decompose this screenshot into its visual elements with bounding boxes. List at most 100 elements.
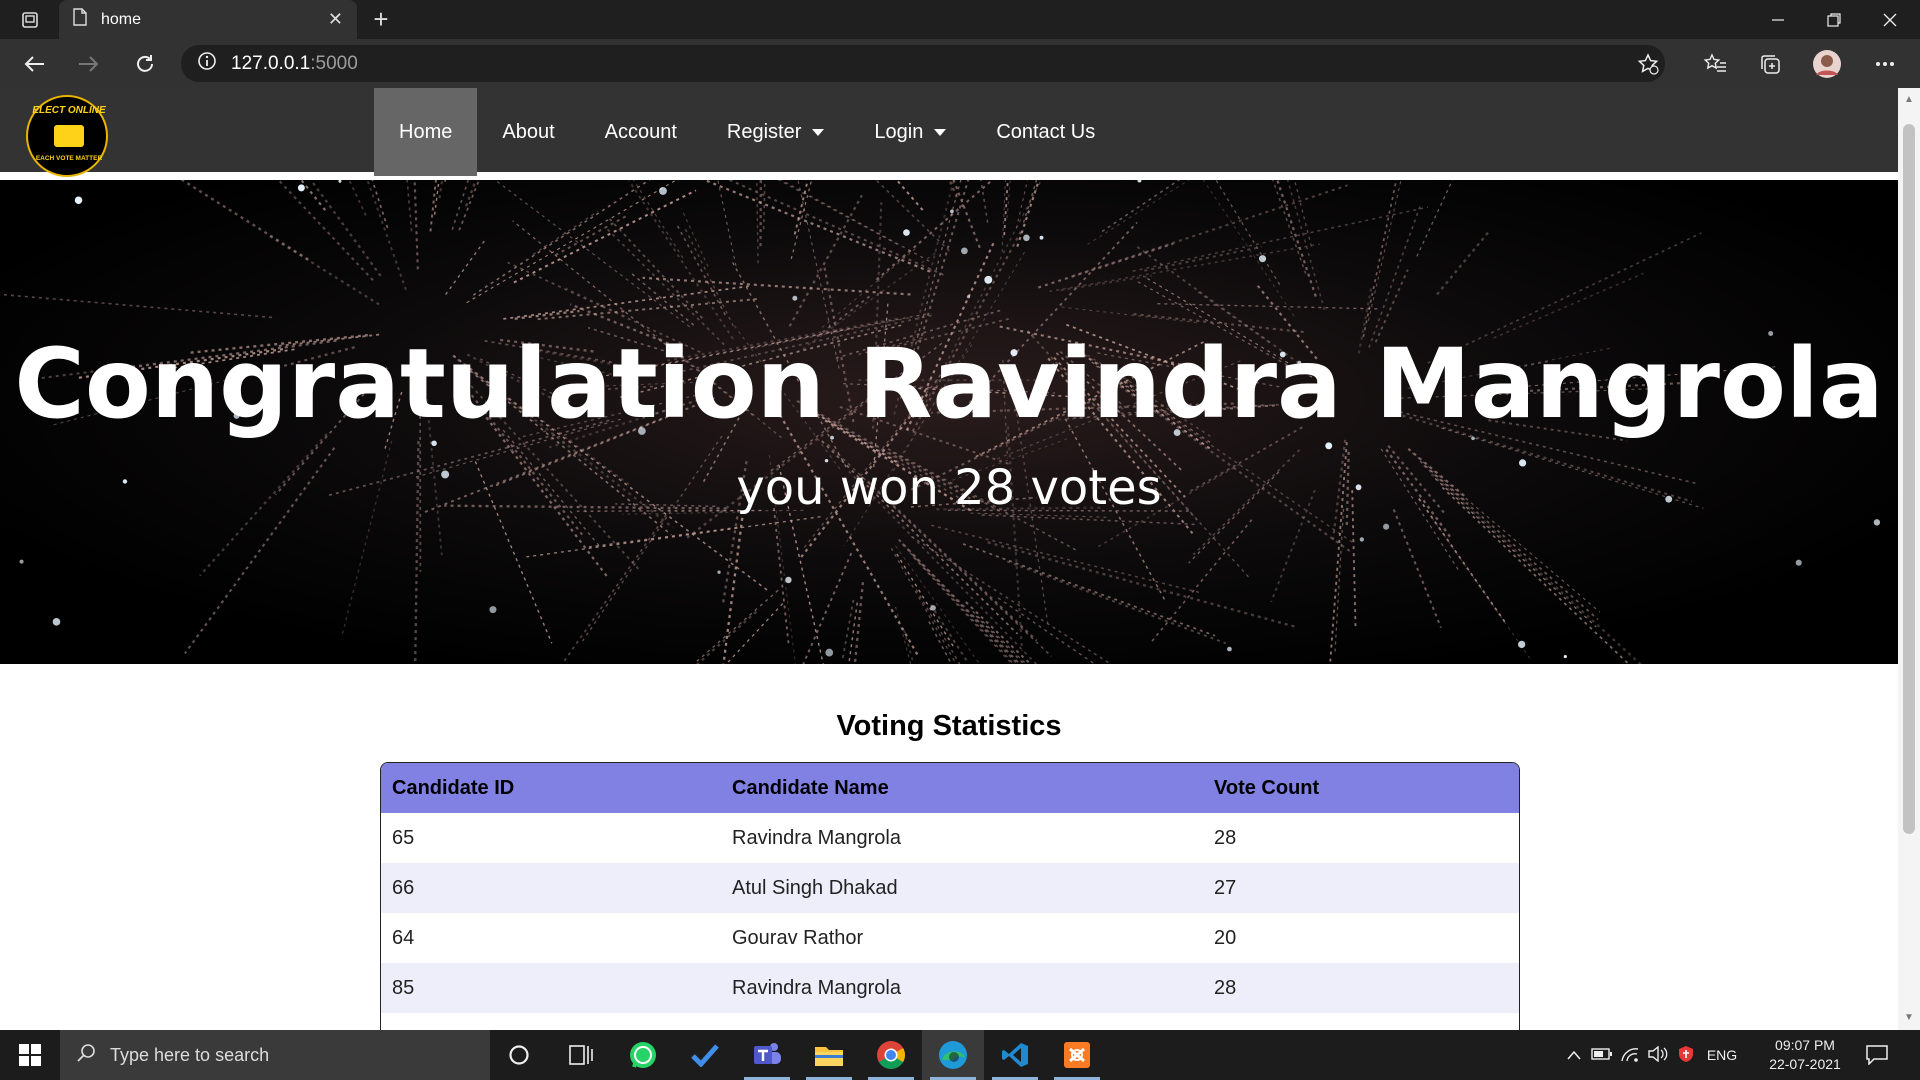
firework-streak bbox=[895, 180, 924, 211]
page-icon bbox=[73, 8, 87, 31]
scroll-thumb[interactable] bbox=[1903, 124, 1915, 834]
firework-streak bbox=[777, 180, 898, 245]
firework-streak bbox=[438, 180, 444, 199]
menu-account[interactable]: Account bbox=[580, 88, 702, 176]
todo-icon[interactable] bbox=[674, 1030, 736, 1080]
scroll-down-icon[interactable]: ▼ bbox=[1904, 1013, 1914, 1023]
firework-streak bbox=[903, 630, 915, 664]
menu-about[interactable]: About bbox=[477, 88, 579, 176]
restore-button[interactable] bbox=[1806, 0, 1862, 39]
firework-streak bbox=[930, 604, 969, 664]
menu-home[interactable]: Home bbox=[374, 88, 478, 176]
firework-spark bbox=[1873, 519, 1881, 526]
firework-streak bbox=[494, 180, 690, 328]
windows-start-icon[interactable] bbox=[0, 1030, 60, 1080]
page-scrollbar[interactable]: ▲ ▼ bbox=[1898, 88, 1920, 1030]
tab-close-icon[interactable]: ✕ bbox=[328, 9, 343, 30]
windows-taskbar: Type here to search ENG 09:07 PM 22-07-2… bbox=[0, 1030, 1920, 1080]
antivirus-icon[interactable] bbox=[1672, 1045, 1700, 1066]
firework-streak bbox=[931, 524, 1200, 594]
logo-bottom-text: EACH VOTE MATTER bbox=[35, 155, 103, 162]
notification-center-icon[interactable] bbox=[1862, 1042, 1892, 1068]
teams-icon[interactable] bbox=[736, 1030, 798, 1080]
cell-candidate-id: 64 bbox=[392, 926, 415, 949]
firework-spark bbox=[1039, 235, 1044, 240]
whatsapp-icon[interactable] bbox=[612, 1030, 674, 1080]
browser-titlebar: home ✕ + bbox=[0, 0, 1920, 39]
site-navbar: ELECT ONLINE EACH VOTE MATTER Home About… bbox=[0, 88, 1898, 177]
taskbar-search-box[interactable]: Type here to search bbox=[60, 1030, 490, 1080]
firework-streak bbox=[555, 213, 630, 256]
taskbar-clock[interactable]: 09:07 PM 22-07-2021 bbox=[1760, 1036, 1850, 1074]
tab-actions-icon[interactable] bbox=[12, 8, 48, 32]
cell-candidate-name: Gourav Rathor bbox=[732, 926, 864, 949]
task-view-icon[interactable] bbox=[550, 1030, 612, 1080]
search-placeholder: Type here to search bbox=[110, 1044, 270, 1065]
collections-icon[interactable] bbox=[1755, 49, 1785, 79]
language-indicator[interactable]: ENG bbox=[1700, 1047, 1744, 1063]
firework-streak bbox=[987, 541, 1296, 628]
volume-icon[interactable] bbox=[1644, 1045, 1672, 1065]
site-info-icon[interactable] bbox=[197, 51, 217, 76]
edge-icon[interactable] bbox=[922, 1030, 984, 1080]
menu-contact-us[interactable]: Contact Us bbox=[971, 88, 1120, 176]
firework-streak bbox=[725, 603, 784, 664]
cell-candidate-name: Ravindra Mangrola bbox=[732, 826, 901, 849]
firework-spark bbox=[717, 570, 721, 574]
forward-icon[interactable] bbox=[74, 49, 104, 79]
table-header-row: Candidate ID Candidate Name Vote Count bbox=[381, 763, 1519, 813]
chevron-up-icon[interactable] bbox=[1560, 1047, 1588, 1063]
back-icon[interactable] bbox=[19, 49, 49, 79]
cell-candidate-name: Ravindra Mangrola bbox=[732, 976, 901, 999]
firework-spark bbox=[1563, 654, 1567, 659]
xampp-icon[interactable] bbox=[1046, 1030, 1108, 1080]
firework-streak bbox=[0, 293, 273, 319]
column-header: Candidate ID bbox=[392, 776, 515, 799]
firework-spark bbox=[950, 209, 954, 214]
wifi-icon[interactable] bbox=[1616, 1046, 1644, 1065]
firework-spark bbox=[489, 606, 497, 614]
firework-spark bbox=[431, 440, 437, 447]
firework-streak bbox=[1367, 180, 1402, 321]
firework-streak bbox=[1436, 229, 1491, 296]
url-port: :5000 bbox=[310, 52, 358, 74]
cell-vote-count: 20 bbox=[1214, 926, 1237, 949]
table-row: 64 Gourav Rathor 20 bbox=[381, 913, 1519, 963]
firework-streak bbox=[1392, 509, 1442, 629]
refresh-icon[interactable] bbox=[130, 49, 160, 79]
file-explorer-icon[interactable] bbox=[798, 1030, 860, 1080]
favorites-icon[interactable] bbox=[1700, 49, 1730, 79]
system-tray: ENG bbox=[1560, 1030, 1744, 1080]
cortana-icon[interactable] bbox=[488, 1030, 550, 1080]
new-tab-button[interactable]: + bbox=[366, 6, 396, 34]
firework-streak bbox=[588, 526, 738, 548]
browser-tab-home[interactable]: home ✕ bbox=[59, 0, 357, 39]
firework-streak bbox=[980, 180, 989, 223]
close-window-button[interactable] bbox=[1862, 0, 1918, 39]
firework-streak bbox=[997, 597, 1096, 664]
firework-streak bbox=[841, 599, 855, 661]
firework-streak bbox=[464, 180, 478, 207]
firework-streak bbox=[1276, 180, 1317, 297]
firework-spark bbox=[961, 247, 968, 255]
elect-online-logo[interactable]: ELECT ONLINE EACH VOTE MATTER bbox=[26, 95, 108, 177]
add-favorite-icon[interactable] bbox=[1637, 53, 1659, 80]
vscode-icon[interactable] bbox=[984, 1030, 1046, 1080]
settings-more-icon[interactable] bbox=[1870, 49, 1900, 79]
menu-register[interactable]: Register bbox=[702, 88, 849, 176]
firework-spark bbox=[1137, 180, 1142, 183]
firework-spark bbox=[1258, 255, 1267, 263]
profile-avatar[interactable] bbox=[1812, 49, 1842, 79]
caret-down-icon bbox=[934, 128, 947, 136]
firework-streak bbox=[466, 180, 678, 304]
firework-streak bbox=[1060, 274, 1152, 292]
chrome-icon[interactable] bbox=[860, 1030, 922, 1080]
menu-login[interactable]: Login bbox=[849, 88, 971, 176]
address-bar[interactable]: 127.0.0.1:5000 bbox=[181, 45, 1665, 82]
firework-streak bbox=[1286, 180, 1326, 311]
battery-icon[interactable] bbox=[1588, 1047, 1616, 1063]
minimize-button[interactable] bbox=[1750, 0, 1806, 39]
scroll-up-icon[interactable]: ▲ bbox=[1904, 95, 1914, 105]
stats-title: Voting Statistics bbox=[836, 710, 1062, 742]
firework-streak bbox=[695, 589, 779, 663]
